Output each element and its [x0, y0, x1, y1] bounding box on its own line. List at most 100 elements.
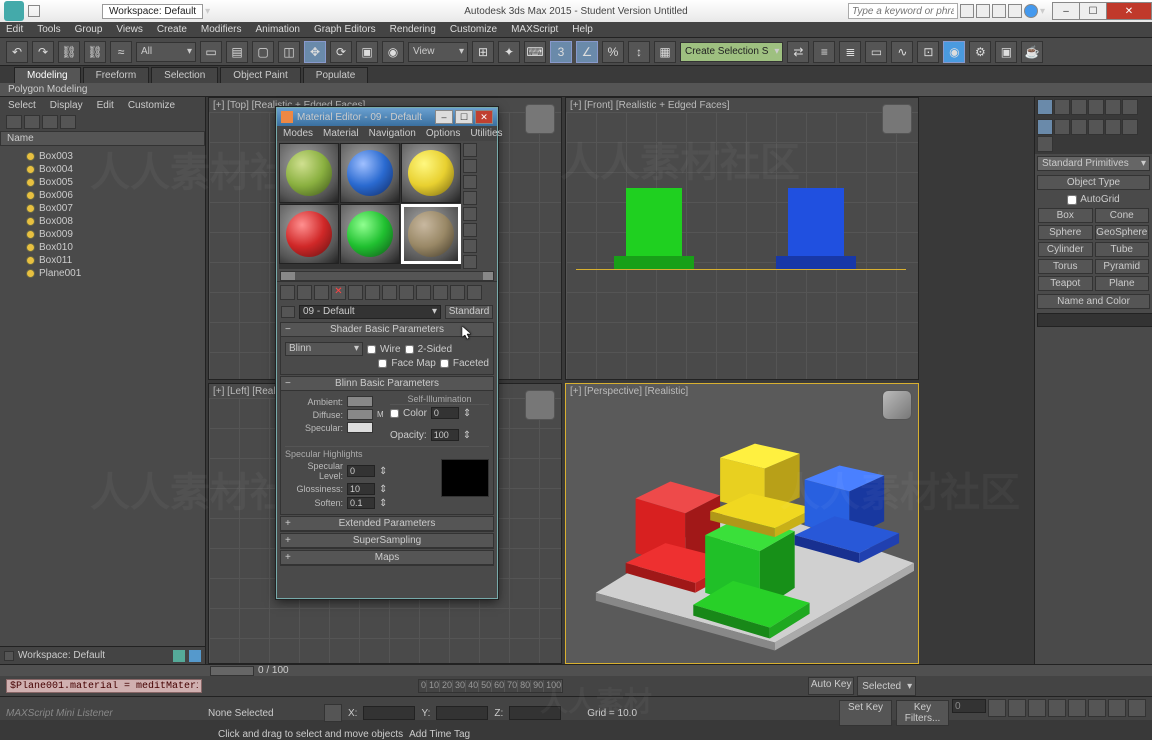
dialog-maximize-button[interactable]: ☐ — [455, 110, 473, 124]
maxscript-input[interactable] — [6, 679, 202, 693]
move-button[interactable]: ✥ — [304, 41, 326, 63]
help-icon[interactable] — [960, 4, 974, 18]
rollout-maps[interactable]: Maps — [281, 551, 493, 565]
tree-item[interactable]: Box011 — [2, 254, 203, 267]
tab-modeling[interactable]: Modeling — [14, 67, 81, 83]
signin-icon[interactable] — [992, 4, 1006, 18]
opacity-spinner[interactable]: 100 — [431, 429, 459, 441]
menu-rendering[interactable]: Rendering — [390, 24, 436, 35]
video-check-icon[interactable] — [463, 207, 477, 221]
fov-icon[interactable] — [1068, 699, 1086, 717]
rollout-shader-basic[interactable]: Shader Basic Parameters — [281, 323, 493, 337]
tree-item[interactable]: Box007 — [2, 202, 203, 215]
sample-uv-icon[interactable] — [463, 191, 477, 205]
me-menu-navigation[interactable]: Navigation — [369, 128, 416, 139]
lights-icon[interactable] — [1071, 119, 1087, 135]
me-menu-utilities[interactable]: Utilities — [470, 128, 502, 139]
primitive-pyramid-button[interactable]: Pyramid — [1095, 259, 1150, 274]
faceted-checkbox[interactable] — [440, 359, 449, 368]
manipulate-button[interactable]: ✦ — [498, 41, 520, 63]
rollout-blinn-basic[interactable]: Blinn Basic Parameters — [281, 377, 493, 391]
placement-button[interactable]: ◉ — [382, 41, 404, 63]
tab-freeform[interactable]: Freeform — [83, 67, 150, 83]
autogrid-checkbox[interactable] — [1067, 195, 1077, 205]
options-icon[interactable] — [463, 239, 477, 253]
toggle-ribbon-button[interactable]: ▭ — [865, 41, 887, 63]
unlink-button[interactable]: ⛓ — [84, 41, 106, 63]
time-config-icon[interactable] — [988, 699, 1006, 717]
tree-item[interactable]: Box006 — [2, 189, 203, 202]
material-slot[interactable] — [279, 204, 339, 264]
tree-item[interactable]: Box009 — [2, 228, 203, 241]
me-menu-material[interactable]: Material — [323, 128, 359, 139]
background-icon[interactable] — [463, 175, 477, 189]
show-end-icon[interactable] — [433, 285, 448, 300]
scale-button[interactable]: ▣ — [356, 41, 378, 63]
reset-map-icon[interactable]: ✕ — [331, 285, 346, 300]
category-dropdown[interactable]: Standard Primitives — [1037, 156, 1150, 171]
selfillum-color-checkbox[interactable] — [390, 409, 399, 418]
app-icon[interactable] — [4, 1, 24, 21]
se-tool-icon[interactable] — [42, 115, 58, 129]
primitive-sphere-button[interactable]: Sphere — [1038, 225, 1093, 240]
schematic-button[interactable]: ⊡ — [917, 41, 939, 63]
ambient-swatch[interactable] — [347, 396, 373, 407]
bind-button[interactable]: ≈ — [110, 41, 132, 63]
put-to-lib-icon[interactable] — [382, 285, 397, 300]
material-slot[interactable] — [340, 204, 400, 264]
keyboard-toggle-button[interactable]: ⌨ — [524, 41, 546, 63]
se-tool-icon[interactable] — [24, 115, 40, 129]
rollout-name-color[interactable]: Name and Color — [1037, 294, 1150, 309]
lock-icon[interactable] — [324, 704, 342, 722]
render-button[interactable]: ☕ — [1021, 41, 1043, 63]
primitive-plane-button[interactable]: Plane — [1095, 276, 1150, 291]
se-menu-edit[interactable]: Edit — [97, 100, 114, 111]
goto-sibling-icon[interactable] — [467, 285, 482, 300]
listener-label[interactable]: MAXScript Mini Listener — [6, 708, 202, 719]
menu-maxscript[interactable]: MAXScript — [511, 24, 558, 35]
material-editor-button[interactable]: ◉ — [943, 41, 965, 63]
editnamed-button[interactable]: ▦ — [654, 41, 676, 63]
se-tool-icon[interactable] — [6, 115, 22, 129]
rotate-button[interactable]: ⟳ — [330, 41, 352, 63]
material-slot-selected[interactable] — [401, 204, 461, 264]
time-slider-thumb[interactable] — [210, 666, 254, 676]
material-type-button[interactable]: Standard — [445, 305, 493, 319]
goto-parent-icon[interactable] — [450, 285, 465, 300]
diffuse-swatch[interactable] — [347, 409, 373, 420]
menu-customize[interactable]: Customize — [450, 24, 497, 35]
material-slot[interactable] — [401, 143, 461, 203]
angle-snap-button[interactable]: ∠ — [576, 41, 598, 63]
primitive-tube-button[interactable]: Tube — [1095, 242, 1150, 257]
primitive-geosphere-button[interactable]: GeoSphere — [1095, 225, 1150, 240]
facemap-checkbox[interactable] — [378, 359, 387, 368]
selection-filter-dropdown[interactable]: All — [136, 42, 196, 62]
favorites-icon[interactable] — [976, 4, 990, 18]
key-target-dropdown[interactable]: Selected — [857, 676, 916, 696]
tab-selection[interactable]: Selection — [151, 67, 218, 83]
hierarchy-tab-icon[interactable] — [1071, 99, 1087, 115]
material-slot[interactable] — [279, 143, 339, 203]
select-button[interactable]: ▭ — [200, 41, 222, 63]
search-input[interactable] — [848, 3, 958, 19]
display-tab-icon[interactable] — [1105, 99, 1121, 115]
menu-create[interactable]: Create — [157, 24, 187, 35]
menu-views[interactable]: Views — [116, 24, 143, 35]
sample-type-icon[interactable] — [463, 143, 477, 157]
assign-to-sel-icon[interactable] — [314, 285, 329, 300]
layers-button[interactable]: ≣ — [839, 41, 861, 63]
utilities-tab-icon[interactable] — [1122, 99, 1138, 115]
viewport-perspective[interactable]: [+] [Perspective] [Realistic] — [565, 383, 919, 664]
menu-group[interactable]: Group — [75, 24, 103, 35]
material-name-dropdown[interactable]: 09 - Default — [299, 305, 441, 319]
render-setup-button[interactable]: ⚙ — [969, 41, 991, 63]
time-ruler[interactable]: 0102030405060708090100 — [418, 679, 563, 693]
wire-checkbox[interactable] — [367, 345, 376, 354]
autokey-button[interactable]: Auto Key — [808, 677, 854, 695]
link-button[interactable]: ⛓ — [58, 41, 80, 63]
put-to-scene-icon[interactable] — [297, 285, 312, 300]
workspace-dropdown[interactable]: Workspace: Default — [102, 4, 203, 19]
selfillum-spinner[interactable]: 0 — [431, 407, 459, 419]
tree-item[interactable]: Box003 — [2, 150, 203, 163]
motion-tab-icon[interactable] — [1088, 99, 1104, 115]
